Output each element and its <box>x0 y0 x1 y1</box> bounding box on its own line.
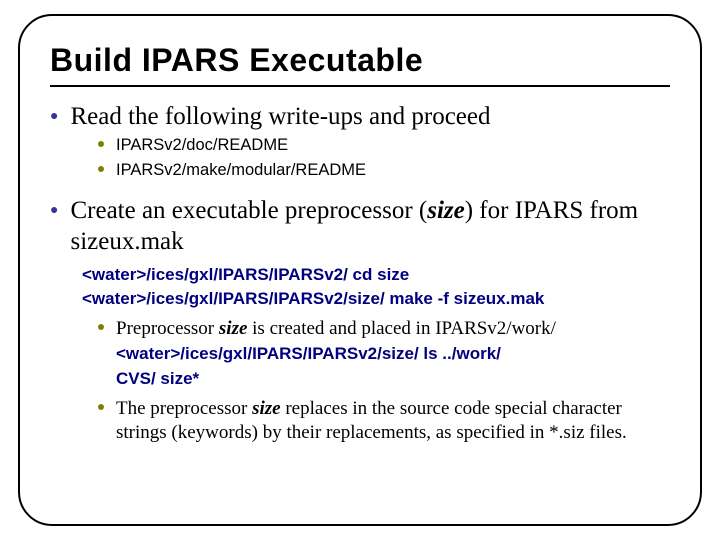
sub-item-2a: Preprocessor size is created and placed … <box>98 317 670 391</box>
bullet-item-1: ● Read the following write-ups and proce… <box>50 101 670 132</box>
text-pre: The preprocessor <box>116 398 252 419</box>
bullet-item-2: ● Create an executable preprocessor (siz… <box>50 195 670 258</box>
text-pre: Create an executable preprocessor ( <box>70 197 427 224</box>
sub-item-1b: IPARSv2/make/modular/README <box>98 159 670 181</box>
title-divider <box>50 85 670 87</box>
circle-bullet-icon <box>98 166 104 172</box>
circle-bullet-icon <box>98 141 104 147</box>
disc-bullet-icon: ● <box>50 204 58 218</box>
sub-text: Preprocessor size is created and placed … <box>116 317 556 391</box>
slide-frame: Build IPARS Executable ● Read the follow… <box>18 14 702 526</box>
command-line-1: <water>/ices/gxl/IPARS/IPARSv2/ cd size <box>82 263 670 287</box>
text-em: size <box>252 398 281 419</box>
output-line-2: CVS/ size* <box>116 368 556 391</box>
disc-bullet-icon: ● <box>50 110 58 124</box>
circle-bullet-icon <box>98 324 104 330</box>
sub-text: IPARSv2/make/modular/README <box>116 159 366 181</box>
text-em: size <box>219 318 248 339</box>
bullet-text: Create an executable preprocessor (size)… <box>70 195 670 258</box>
output-line-1: <water>/ices/gxl/IPARS/IPARSv2/size/ ls … <box>116 343 556 366</box>
sub-text: IPARSv2/doc/README <box>116 134 288 156</box>
slide-title: Build IPARS Executable <box>50 42 670 79</box>
circle-bullet-icon <box>98 404 104 410</box>
command-block: <water>/ices/gxl/IPARS/IPARSv2/ cd size … <box>82 263 670 311</box>
text-post: is created and placed in IPARSv2/work/ <box>247 318 556 339</box>
command-line-2: <water>/ices/gxl/IPARS/IPARSv2/size/ mak… <box>82 287 670 311</box>
bullet-text: Read the following write-ups and proceed <box>70 101 490 132</box>
text-pre: Preprocessor <box>116 318 219 339</box>
text-em: size <box>427 197 465 224</box>
sub-item-2b: The preprocessor size replaces in the so… <box>98 397 670 446</box>
sub-text: The preprocessor size replaces in the so… <box>116 397 670 446</box>
sub-item-1a: IPARSv2/doc/README <box>98 134 670 156</box>
